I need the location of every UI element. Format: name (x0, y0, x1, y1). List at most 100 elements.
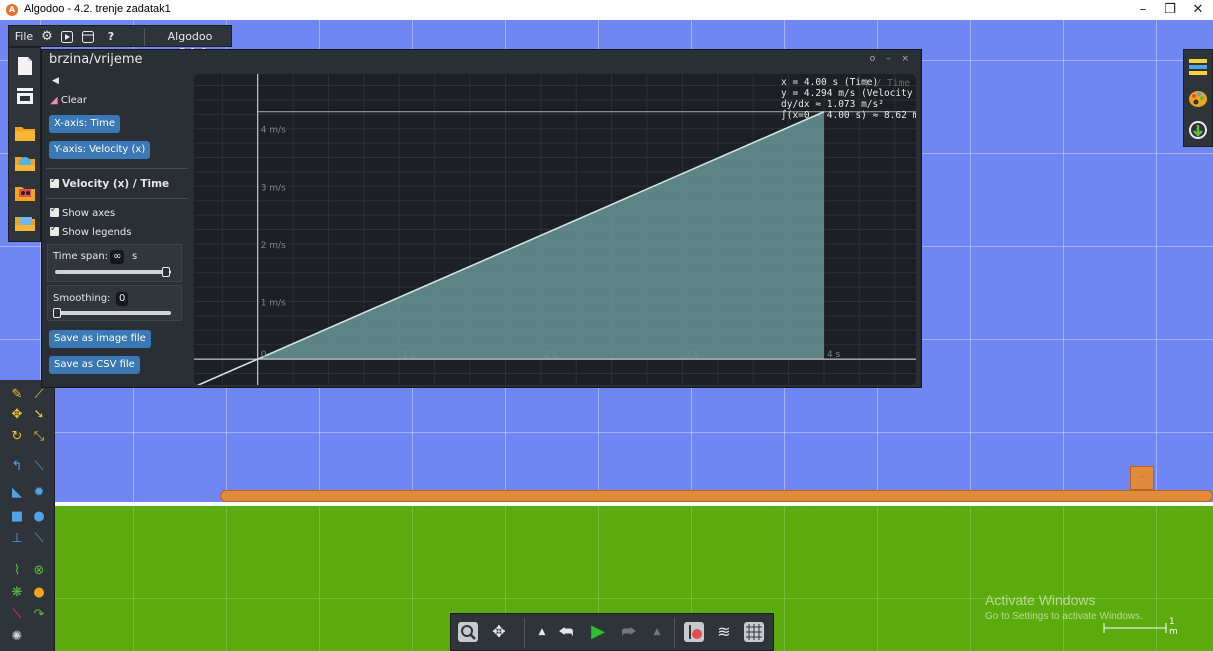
knife-tool-icon[interactable]: ⟍ (30, 458, 48, 476)
image-folder-icon[interactable] (13, 211, 37, 235)
gravity-icon[interactable] (683, 621, 705, 643)
fixate-tool-icon[interactable]: ⊗ (30, 562, 48, 580)
x-axis-button[interactable]: X-axis: Time (49, 115, 121, 133)
laser-tool-icon[interactable]: ⟍ (8, 606, 26, 624)
smoothing-field[interactable]: 0 (116, 292, 129, 306)
checkbox-checked-icon (50, 224, 59, 236)
add-plugin-icon[interactable] (1188, 120, 1208, 144)
graph-window[interactable]: brzina/vrijeme o – × ◀ ◢ Clear X-axis: T… (41, 49, 922, 388)
save-csv-button[interactable]: Save as CSV file (49, 356, 140, 374)
smoothing-slider-knob[interactable] (53, 308, 61, 318)
series-checkbox[interactable]: Velocity (x) / Time (50, 176, 169, 190)
open-folder-icon[interactable] (13, 121, 37, 145)
hinge-tool-icon[interactable]: ❋ (8, 584, 26, 602)
y-tick-label: 3 m/s (261, 183, 286, 193)
palette-icon[interactable] (1188, 89, 1208, 113)
plane-tool-icon[interactable]: ⊥ (8, 530, 26, 548)
pan-icon[interactable]: ✥ (488, 621, 510, 643)
wooden-plank[interactable] (220, 490, 1213, 502)
tools-toolbar: ✎ ⟋ ✥ ➘ ↻ ⤡ ↰ ⟍ ◣ ✹ ■ ● ⊥ ⟍ ⌇ ⊗ ❋ ● ⟍ ↷ … (0, 380, 55, 651)
show-legends-label: Show legends (62, 227, 132, 238)
window-title: Algodoo - 4.2. trenje zadatak1 (24, 3, 171, 15)
faster-icon[interactable]: ▲ (646, 621, 668, 643)
y-tick-label: 4 m/s (261, 126, 286, 136)
layers-icon[interactable] (1188, 57, 1208, 81)
drag-tool-icon[interactable]: ➘ (30, 406, 48, 424)
file-menu-button[interactable]: File (13, 29, 35, 45)
gear-icon[interactable]: ⚙ (39, 29, 55, 45)
box-tool-icon[interactable]: ■ (8, 508, 26, 526)
maximize-icon[interactable]: ❐ (1155, 0, 1185, 20)
grid-icon[interactable] (743, 621, 765, 643)
rope-tool-icon[interactable]: ↰ (8, 458, 26, 476)
clipboard-icon[interactable] (13, 84, 37, 108)
info-slope: dy/dx ≈ 1.073 m/s² (781, 99, 884, 110)
save-image-button[interactable]: Save as image file (49, 330, 151, 348)
redo-icon[interactable]: ⮫ (618, 621, 640, 643)
gear-tool-icon[interactable]: ✹ (30, 484, 48, 502)
time-span-slider[interactable] (55, 270, 171, 274)
x-tick-label: 4 s (827, 350, 841, 360)
close-icon[interactable]: ✕ (1183, 0, 1213, 20)
cut-tool-icon[interactable]: ⟋ (30, 386, 48, 404)
slower-icon[interactable]: ▲ (531, 621, 553, 643)
rotate-tool-icon[interactable]: ↻ (8, 428, 26, 446)
air-resistance-icon[interactable]: ≋ (713, 621, 735, 643)
scale-label: 1 m (1169, 617, 1178, 637)
particles-tool-icon[interactable]: ✺ (8, 628, 26, 646)
show-legends-checkbox[interactable]: Show legends (50, 224, 132, 238)
phunlets-folder-icon[interactable] (13, 181, 37, 205)
play-icon[interactable]: ▶ (587, 621, 609, 643)
collapse-arrow-icon[interactable]: ◀ (52, 76, 59, 86)
clear-button[interactable]: ◢ Clear (50, 95, 87, 106)
minimize-icon[interactable]: – (1128, 0, 1158, 20)
spring-tool-icon[interactable]: ⌇ (8, 562, 26, 580)
window-controls[interactable]: o – × (870, 54, 913, 64)
scale-tool-icon[interactable]: ⤡ (30, 428, 48, 446)
time-span-field[interactable]: ∞ (110, 250, 125, 264)
watermark-line2: Go to Settings to activate Windows. (985, 611, 1143, 622)
info-integral: ∫(x=0 - 4.00 s) ≈ 8.62 m (781, 110, 916, 121)
info-y: y = 4.294 m/s (Velocity (x)) (781, 88, 916, 99)
toolbar-divider (674, 618, 675, 648)
polygon-tool-icon[interactable]: ◣ (8, 484, 26, 502)
graph-window-title: brzina/vrijeme (49, 52, 143, 67)
play-icon[interactable] (59, 29, 75, 45)
chain-tool-icon[interactable]: ⟍ (30, 530, 48, 548)
simulation-toolbar: ✥ ▲ ⮪ ▶ ⮫ ▲ ≋ (450, 613, 774, 651)
smoothing-group: Smoothing: 0 (47, 285, 182, 321)
divider (46, 198, 188, 199)
window-icon[interactable] (80, 29, 96, 45)
move-tool-icon[interactable]: ✥ (8, 406, 26, 424)
thruster-tool-icon[interactable]: ↷ (30, 606, 48, 624)
window-titlebar: A Algodoo - 4.2. trenje zadatak1 – ❐ ✕ (0, 0, 1213, 20)
show-axes-checkbox[interactable]: Show axes (50, 205, 115, 219)
time-span-slider-knob[interactable] (162, 267, 170, 277)
smoothing-label: Smoothing: (53, 293, 111, 304)
zoom-icon[interactable] (457, 621, 479, 643)
wooden-box[interactable]: ◦ (1130, 466, 1154, 490)
graph-plot[interactable]: 01 s2 s3 s4 s1 m/s 2 m/s 3 m/s 4 m/s ) / Ti… (194, 74, 916, 385)
clear-button-label: Clear (60, 95, 88, 106)
file-toolbar (8, 47, 41, 242)
eraser-icon: ◢ (50, 95, 58, 106)
help-icon[interactable]: ? (103, 29, 119, 45)
tracer-tool-icon[interactable]: ● (30, 584, 48, 602)
time-span-label: Time span: (53, 251, 109, 262)
menubar-divider (144, 28, 145, 46)
sketch-tool-icon[interactable]: ✎ (8, 386, 26, 404)
version-label: Algodoo v2.1.0 (167, 30, 213, 59)
time-span-group: Time span: ∞ s (47, 244, 182, 282)
undo-icon[interactable]: ⮪ (555, 621, 577, 643)
smoothing-slider[interactable] (55, 311, 171, 315)
circle-tool-icon[interactable]: ● (30, 508, 48, 526)
watermark-line1: Activate Windows (985, 592, 1096, 608)
scale-bar (1103, 623, 1167, 633)
x-tick-label: 1 s (402, 350, 416, 360)
scene-folder-icon[interactable] (13, 151, 37, 175)
y-axis-button[interactable]: Y-axis: Velocity (x) (49, 141, 151, 159)
x-tick-label: 2 s (544, 350, 558, 360)
new-scene-icon[interactable] (13, 54, 37, 78)
y-tick-label: 2 m/s (261, 241, 286, 251)
activate-windows-watermark: Activate Windows Go to Settings to activ… (985, 592, 1143, 622)
